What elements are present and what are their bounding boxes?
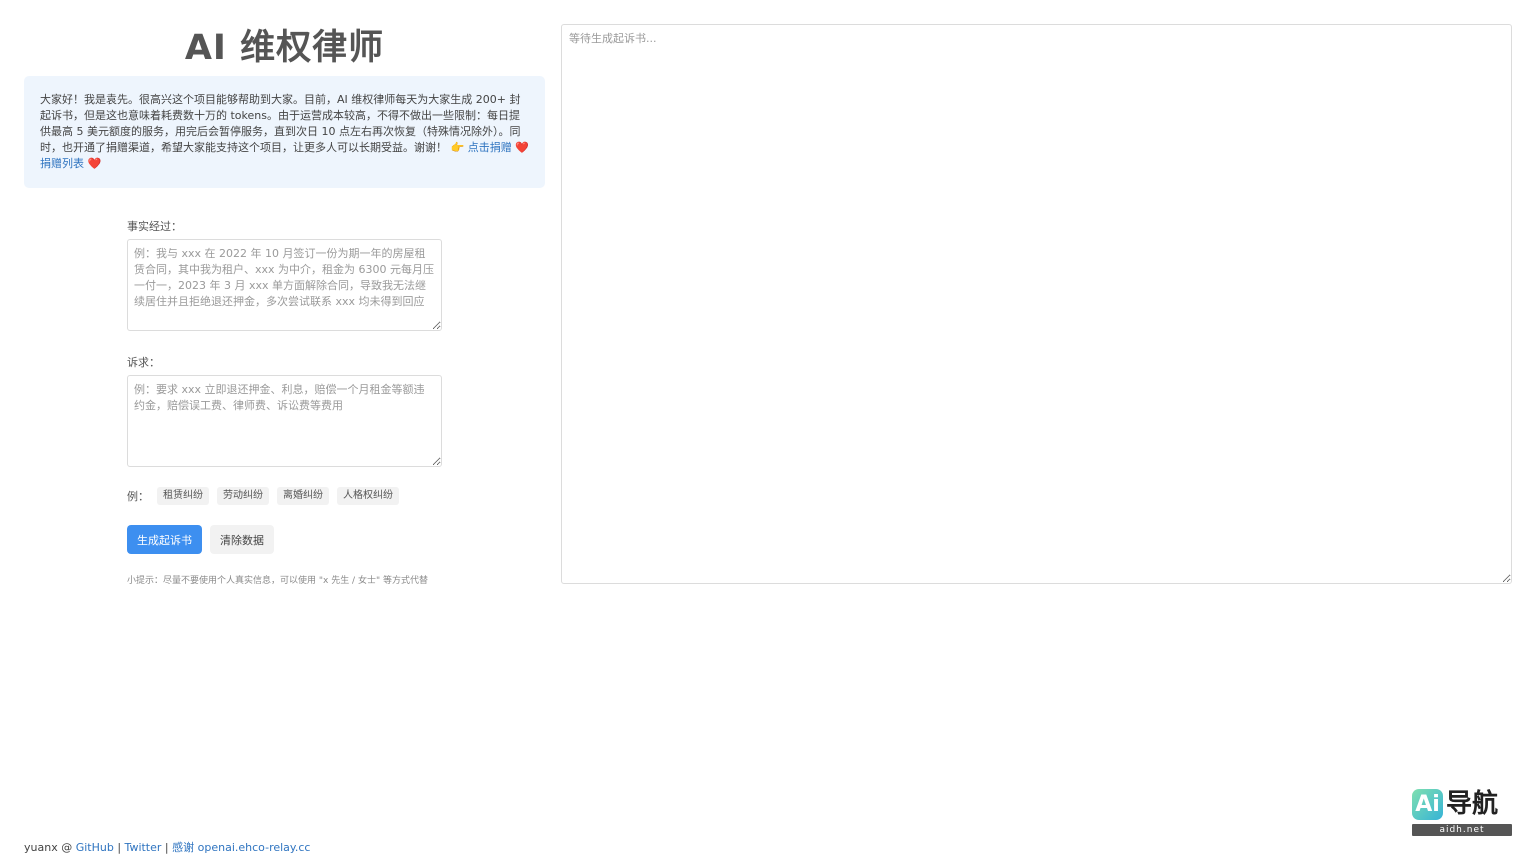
action-buttons: 生成起诉书 清除数据 — [127, 525, 442, 554]
heart-icon: ❤️ — [87, 157, 102, 170]
left-panel: AI 维权律师 大家好！我是袁先。很高兴这个项目能够帮助到大家。目前，AI 维权… — [24, 0, 545, 188]
example-chip-personality-rights[interactable]: 人格权纠纷 — [337, 487, 399, 505]
examples-label: 例： — [127, 490, 149, 503]
pointing-hand-icon: 👉 — [450, 141, 465, 154]
example-chip-divorce[interactable]: 离婚纠纷 — [277, 487, 329, 505]
twitter-link[interactable]: Twitter — [125, 841, 162, 854]
example-chip-labor[interactable]: 劳动纠纷 — [217, 487, 269, 505]
complaint-form: 事实经过： 诉求： 例： 租赁纠纷 劳动纠纷 离婚纠纷 人格权纠纷 生成起诉书 … — [127, 220, 442, 586]
notice-text: 大家好！我是袁先。很高兴这个项目能够帮助到大家。目前，AI 维权律师每天为大家生… — [40, 93, 521, 154]
claims-textarea[interactable] — [127, 375, 442, 467]
relay-thanks-link[interactable]: 感谢 openai.ehco-relay.cc — [172, 841, 310, 854]
watermark-url: aidh.net — [1412, 824, 1512, 836]
footer-separator: | — [164, 841, 169, 854]
facts-label: 事实经过： — [127, 220, 182, 233]
watermark-logo: Ai 导航 — [1412, 787, 1512, 821]
clear-button[interactable]: 清除数据 — [210, 525, 274, 554]
aidh-watermark: Ai 导航 aidh.net — [1412, 787, 1512, 837]
donate-link[interactable]: 点击捐赠 — [468, 141, 512, 154]
claims-label: 诉求： — [127, 356, 160, 369]
ai-logo-icon: Ai — [1412, 788, 1443, 820]
watermark-logo-text: 导航 — [1446, 788, 1499, 819]
notice-banner: 大家好！我是袁先。很高兴这个项目能够帮助到大家。目前，AI 维权律师每天为大家生… — [24, 76, 545, 188]
donor-list-link[interactable]: 捐赠列表 — [40, 157, 84, 170]
footer-author: yuanx @ — [24, 841, 73, 854]
page-title: AI 维权律师 — [184, 28, 385, 68]
footer-separator: | — [117, 841, 122, 854]
privacy-tip: 小提示：尽量不要使用个人真实信息，可以使用 "x 先生 / 女士" 等方式代替 — [127, 576, 428, 586]
github-link[interactable]: GitHub — [76, 841, 114, 854]
footer: yuanx @ GitHub | Twitter | 感谢 openai.ehc… — [24, 839, 310, 855]
heart-icon: ❤️ — [515, 141, 529, 154]
examples-row: 例： 租赁纠纷 劳动纠纷 离婚纠纷 人格权纠纷 — [127, 487, 442, 505]
output-textarea[interactable] — [561, 24, 1512, 584]
facts-textarea[interactable] — [127, 239, 442, 331]
generate-button[interactable]: 生成起诉书 — [127, 525, 202, 554]
example-chip-rental[interactable]: 租赁纠纷 — [157, 487, 209, 505]
